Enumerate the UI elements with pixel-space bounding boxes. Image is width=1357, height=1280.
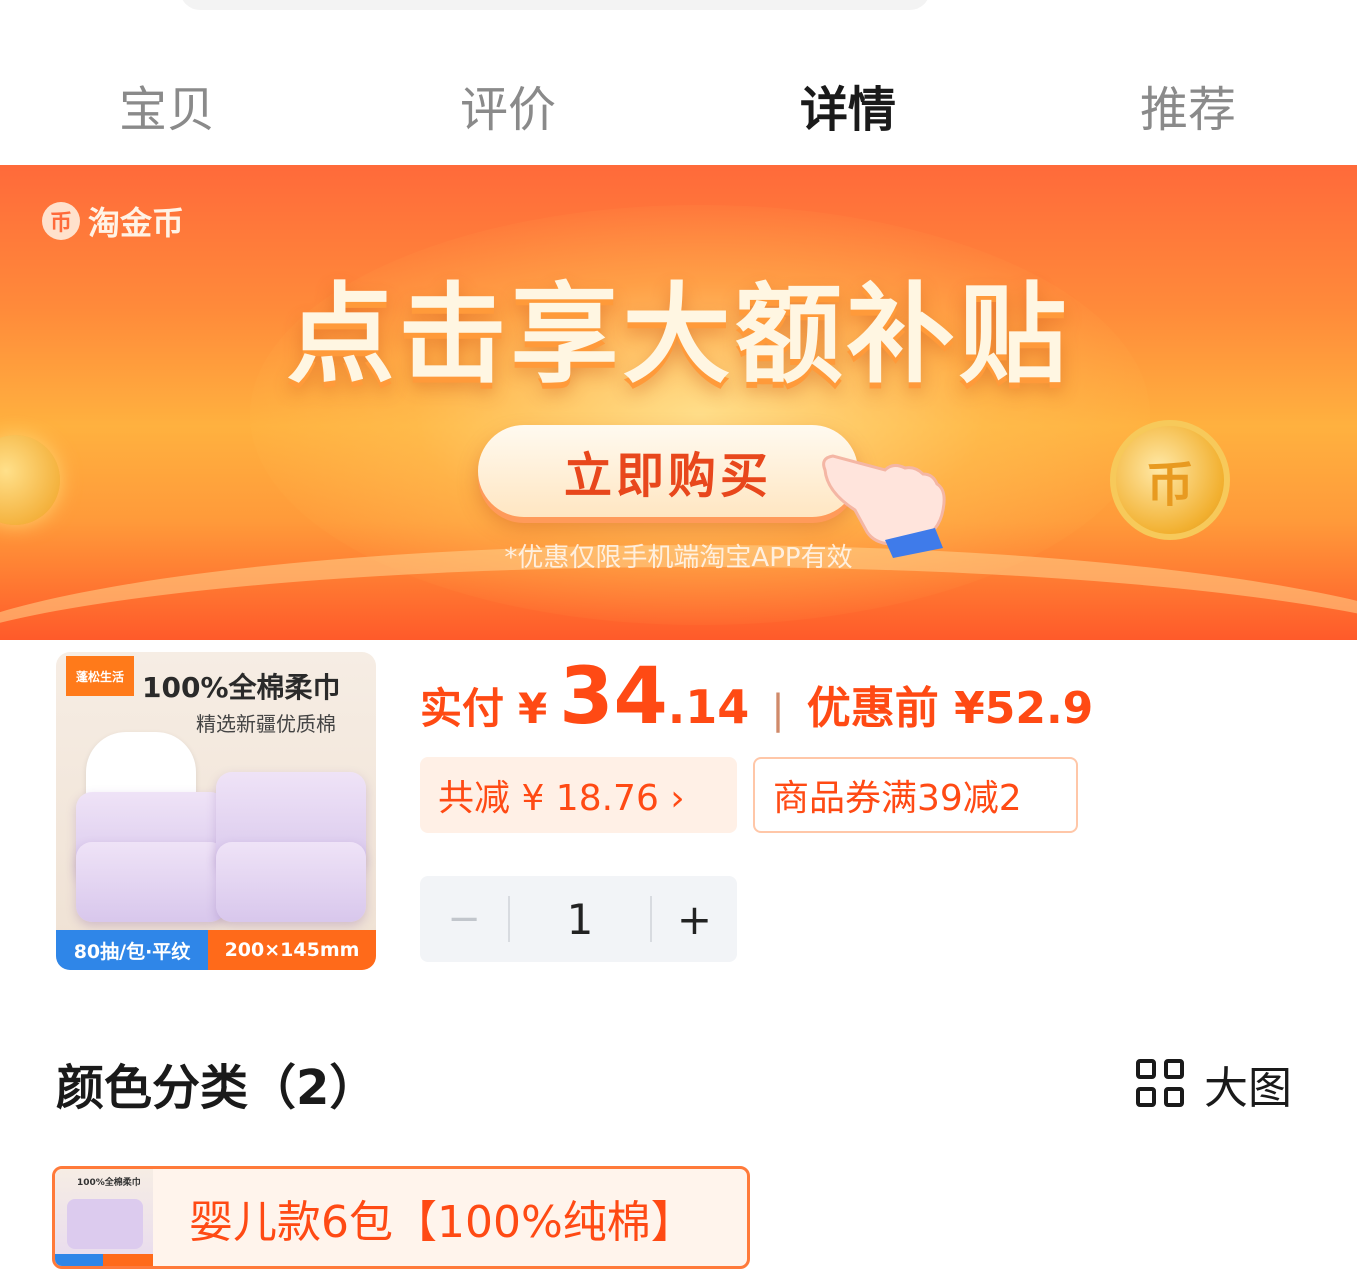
coin-icon: 币	[1110, 420, 1230, 540]
variant-thumb-badge	[55, 1254, 103, 1266]
price-separator: |	[771, 687, 785, 733]
tab-tuijian[interactable]: 推荐	[1088, 70, 1288, 140]
big-view-button[interactable]: 大图	[1136, 1052, 1292, 1116]
tab-pingjia[interactable]: 评价	[408, 70, 608, 140]
search-bar-remnant[interactable]	[180, 0, 930, 10]
banner-disclaimer: *优惠仅限手机端淘宝APP有效	[504, 543, 853, 573]
brand-logo: 蓬松生活	[66, 656, 134, 696]
image-title: 100%全棉柔巾	[142, 671, 341, 704]
coupon-tag[interactable]: 商品券满39减2	[753, 757, 1078, 833]
image-subtitle: 精选新疆优质棉	[196, 712, 336, 736]
product-image[interactable]: 蓬松生活 100%全棉柔巾 精选新疆优质棉 80抽/包·平纹 200×145mm	[56, 652, 376, 970]
pack-graphic	[76, 842, 226, 922]
price-line: 实付 ¥ 34 .14 | 优惠前 ¥52.9	[420, 652, 1093, 742]
variant-thumb-text: 100%全棉柔巾	[77, 1178, 141, 1188]
image-badge-right: 200×145mm	[208, 930, 376, 970]
tab-baobei[interactable]: 宝贝	[67, 70, 267, 140]
grid-icon	[1136, 1059, 1186, 1109]
coin-icon	[0, 435, 60, 525]
brand-label: 淘金币	[88, 204, 185, 242]
variant-label: 婴儿款6包【100%纯棉】	[189, 1196, 695, 1248]
pack-graphic	[216, 842, 366, 922]
variant-option[interactable]: 100%全棉柔巾 婴儿款6包【100%纯棉】	[52, 1166, 750, 1269]
increase-button[interactable]: +	[652, 895, 737, 944]
pack-graphic	[67, 1199, 143, 1249]
savings-tag[interactable]: 共减 ¥ 18.76 ›	[420, 757, 737, 833]
color-section-title: 颜色分类（2）	[56, 1060, 378, 1116]
banner-brand: 币 淘金币	[42, 198, 184, 244]
price-integer: 34	[559, 652, 668, 742]
tab-xiangqing[interactable]: 详情	[748, 70, 948, 140]
big-view-label: 大图	[1204, 1063, 1292, 1114]
quantity-stepper: − 1 +	[420, 876, 737, 962]
banner-headline: 点击享大额补贴	[286, 273, 1071, 398]
buy-now-button[interactable]: 立即购买	[478, 425, 858, 517]
decrease-button[interactable]: −	[420, 896, 508, 942]
original-price: 优惠前 ¥52.9	[806, 683, 1094, 734]
price-label: 实付	[420, 684, 505, 733]
price-decimal: .14	[667, 680, 750, 734]
variant-thumb-badge	[103, 1254, 153, 1266]
image-badge-left: 80抽/包·平纹	[56, 930, 208, 970]
coin-icon: 币	[42, 202, 80, 240]
currency-symbol: ¥	[518, 684, 548, 733]
tab-bar: 宝贝 评价 详情 推荐	[0, 40, 1357, 165]
quantity-value[interactable]: 1	[510, 895, 650, 944]
variant-thumbnail: 100%全棉柔巾	[55, 1169, 153, 1266]
